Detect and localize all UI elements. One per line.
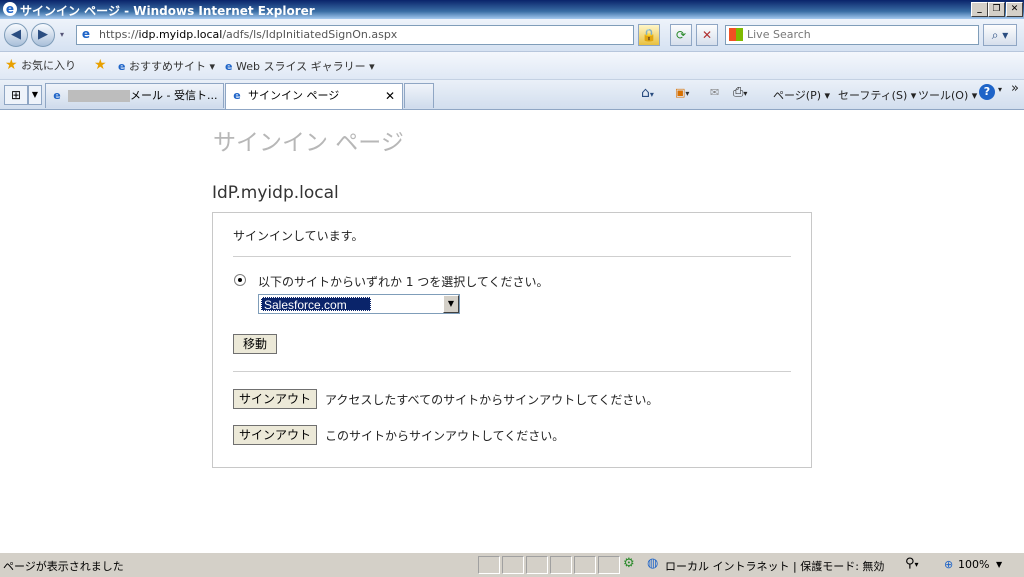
minimize-button[interactable]: _ [971,2,988,17]
star-plus-icon: ★ [94,57,107,73]
url-text[interactable]: https://idp.myidp.local/adfs/ls/IdpIniti… [99,28,397,41]
address-row: ◀ ▶ ▾ e https://idp.myidp.local/adfs/ls/… [0,19,1024,52]
signout-all-button[interactable]: サインアウト [233,389,317,409]
ie-logo-icon: e [3,2,17,16]
ie-page-icon: e [233,89,241,102]
go-button[interactable]: 移動 [233,334,277,354]
idp-name: IdP.myidp.local [212,183,339,203]
redacted-block [68,90,130,102]
window-title: サインイン ページ - Windows Internet Explorer [20,4,315,18]
forward-icon[interactable]: ▶ [31,23,55,47]
site-select-value: Salesforce.com [261,297,371,312]
divider [233,256,791,257]
status-pane [598,556,620,574]
maximize-button[interactable]: ❐ [988,2,1005,17]
ie-page-icon: e [225,60,233,73]
tab-list-dropdown[interactable]: ▼ [28,85,42,105]
print-icon[interactable]: ⎙▾ [733,85,747,100]
security-icon[interactable]: ⚲▾ [905,556,919,571]
chevron-down-icon[interactable]: ▼ [443,295,459,313]
search-input[interactable]: Live Search [725,25,979,45]
status-pane [478,556,500,574]
more-commands-button[interactable]: » [1011,81,1019,96]
back-icon[interactable]: ◀ [4,23,28,47]
web-slice-gallery-link[interactable]: e Web スライス ギャラリー ▾ [225,58,375,74]
close-tab-icon[interactable]: ✕ [385,84,395,108]
help-dropdown[interactable]: ▾ [998,85,1002,94]
privacy-icon[interactable]: ⚙ [623,556,635,571]
intranet-icon: ◍ [647,556,659,571]
zoom-dropdown[interactable]: ▼ [996,560,1002,569]
status-bar: ページが表示されました ⚙ ◍ ローカル イントラネット | 保護モード: 無効… [0,552,1024,577]
home-icon[interactable]: ⌂▾ [641,85,654,101]
windows-logo-icon [729,28,743,41]
suggested-sites-link[interactable]: e おすすめサイト ▾ [118,58,215,74]
page-icon: e [81,27,91,41]
page-title: サインイン ページ [213,130,404,156]
stop-icon[interactable]: ✕ [696,24,718,46]
title-bar: e サインイン ページ - Windows Internet Explorer … [0,0,1024,19]
zone-text: ローカル イントラネット | 保護モード: 無効 [665,560,885,573]
close-button[interactable]: ✕ [1006,2,1023,17]
radio-label: 以下のサイトからいずれか 1 つを選択してください。 [258,275,549,289]
radio-dot [238,278,242,282]
status-text: ページが表示されました [3,560,124,573]
mail-icon[interactable]: ✉ [710,86,719,99]
status-pane [550,556,572,574]
safety-menu[interactable]: セーフティ(S) ▾ [838,87,916,103]
favorites-bar: ★ お気に入り ★ e おすすめサイト ▾ e Web スライス ギャラリー ▾ [0,52,1024,80]
help-icon[interactable]: ? [979,84,995,100]
zoom-level[interactable]: 100% [958,558,989,571]
status-pane [526,556,548,574]
zoom-icon: ⊕ [944,558,954,571]
site-select[interactable]: Salesforce.com ▼ [258,294,460,314]
quick-tabs-icon[interactable]: ⊞ [4,85,28,105]
star-icon: ★ [5,57,18,73]
site-radio[interactable] [234,274,246,286]
tools-menu[interactable]: ツール(O) ▾ [918,87,977,103]
search-icon[interactable]: ⌕ ▾ [983,24,1017,46]
ie-page-icon: e [53,89,61,102]
tab-signin[interactable]: e サインイン ページ ✕ [225,83,403,109]
lock-icon[interactable]: 🔒 [638,24,660,46]
signout-this-button[interactable]: サインアウト [233,425,317,445]
favorites-button[interactable]: ★ お気に入り [5,57,76,73]
signout-all-text: アクセスしたすべてのサイトからサインアウトしてください。 [325,393,659,407]
tab-row: ⊞ ▼ e メール - 受信ト... e サインイン ページ ✕ ⌂▾ ▣▾ ✉ ⎙… [0,80,1024,110]
refresh-icon[interactable]: ⟳ [670,24,692,46]
feeds-icon[interactable]: ▣▾ [675,86,689,99]
tab-mail[interactable]: e メール - 受信ト... [45,83,224,108]
signout-this-text: このサイトからサインアウトしてください。 [325,429,565,443]
recent-pages-dropdown[interactable]: ▾ [60,30,64,39]
new-tab-button[interactable] [404,83,434,108]
divider [233,371,791,372]
address-bar[interactable]: e https://idp.myidp.local/adfs/ls/IdpIni… [76,25,710,45]
search-placeholder: Live Search [747,28,811,41]
status-pane [502,556,524,574]
ie-page-icon: e [118,60,126,73]
signin-panel: サインインしています。 以下のサイトからいずれか 1 つを選択してください。 S… [212,212,812,468]
add-favorites-icon[interactable]: ★ [94,57,107,73]
status-pane [574,556,596,574]
page-menu[interactable]: ページ(P) ▾ [773,87,830,103]
signing-in-text: サインインしています。 [233,229,364,243]
